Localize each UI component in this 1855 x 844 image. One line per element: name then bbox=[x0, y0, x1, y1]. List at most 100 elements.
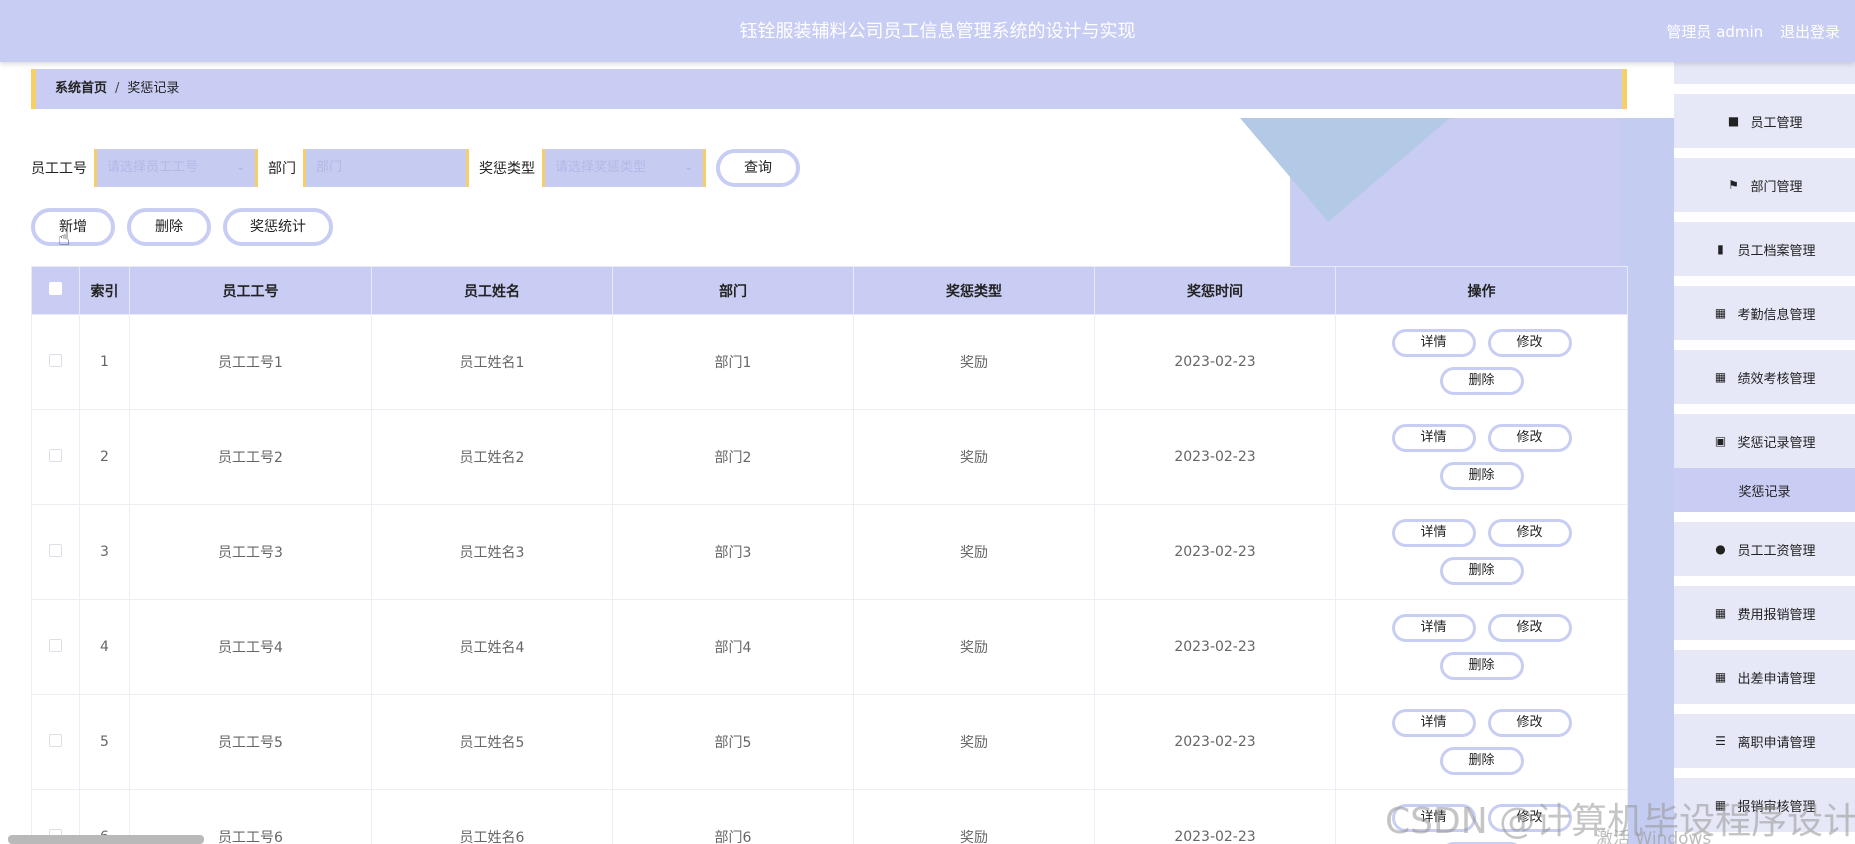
sidebar-item[interactable]: ▮ 员工档案管理 bbox=[1674, 222, 1855, 276]
row-checkbox[interactable] bbox=[49, 448, 62, 462]
column-header: 奖惩时间 bbox=[1094, 266, 1336, 315]
detail-button[interactable]: 详情 bbox=[1391, 424, 1476, 452]
date-cell: 2023-02-23 bbox=[1094, 314, 1336, 410]
type-cell: 奖励 bbox=[853, 599, 1095, 695]
table-row: 1 员工工号1 员工姓名1 部门1 奖励 2023-02-23 详情 修改 删除 bbox=[31, 314, 1628, 410]
operations-cell: 详情修改删除 bbox=[1335, 599, 1628, 695]
stats-button[interactable]: 奖惩统计 bbox=[223, 208, 333, 246]
row-checkbox[interactable] bbox=[49, 638, 62, 652]
row-checkbox[interactable] bbox=[49, 733, 62, 747]
breadcrumb: 系统首页 / 奖惩记录 bbox=[31, 69, 1627, 109]
table-row: 3 员工工号3 员工姓名3 部门3 奖励 2023-02-23 详情 修改 删除 bbox=[31, 504, 1628, 600]
flag-icon: ⚑ bbox=[1728, 178, 1739, 192]
employee-name-cell: 员工姓名2 bbox=[371, 409, 613, 505]
sidebar-item-label: 出差申请管理 bbox=[1737, 671, 1816, 687]
sidebar-item[interactable]: ▦ 出差申请管理 bbox=[1674, 650, 1855, 704]
department-cell: 部门4 bbox=[612, 599, 854, 695]
edit-button[interactable]: 修改 bbox=[1487, 709, 1572, 737]
sidebar-menu: ■ 员工管理 ⚑ 部门管理 ▮ 员工档案管理 ▦ 考勤信息管理 ▦ 绩效考核管理 ▣ 奖惩记录管理 奖惩… bbox=[1674, 62, 1855, 844]
top-header: 钰铨服装辅料公司员工信息管理系统的设计与实现 管理员 admin 退出登录 bbox=[0, 0, 1855, 62]
employee-id-label: 员工工号 bbox=[31, 161, 87, 177]
date-cell: 2023-02-23 bbox=[1094, 789, 1336, 844]
sidebar-item-label: 奖惩记录管理 bbox=[1737, 435, 1816, 451]
employee-id-cell: 员工工号5 bbox=[129, 694, 372, 790]
row-delete-button[interactable]: 删除 bbox=[1439, 367, 1524, 395]
query-button[interactable]: 查询 bbox=[716, 149, 800, 187]
row-delete-button[interactable]: 删除 bbox=[1439, 747, 1524, 775]
row-delete-button[interactable]: 删除 bbox=[1439, 652, 1524, 680]
sidebar-item[interactable]: ☰ 离职申请管理 bbox=[1674, 714, 1855, 768]
sidebar-item[interactable]: ▦ 费用报销管理 bbox=[1674, 586, 1855, 640]
table-row: 2 员工工号2 员工姓名2 部门2 奖励 2023-02-23 详情 修改 删除 bbox=[31, 409, 1628, 505]
row-checkbox[interactable] bbox=[49, 543, 62, 557]
employee-name-cell: 员工姓名6 bbox=[371, 789, 613, 844]
edit-button[interactable]: 修改 bbox=[1487, 329, 1572, 357]
column-header: 员工姓名 bbox=[371, 266, 613, 315]
edit-button[interactable]: 修改 bbox=[1487, 614, 1572, 642]
sidebar-item[interactable]: ■ 员工管理 bbox=[1674, 94, 1855, 148]
detail-button[interactable]: 详情 bbox=[1391, 329, 1476, 357]
breadcrumb-home[interactable]: 系统首页 bbox=[55, 81, 107, 96]
sidebar-item[interactable]: ● 员工工资管理 bbox=[1674, 522, 1855, 576]
employee-id-select[interactable]: 请选择员工工号 ⌄ bbox=[94, 149, 258, 187]
action-bar: 新增 删除 奖惩统计 bbox=[31, 208, 333, 246]
sidebar-item[interactable]: ▣ 奖惩记录管理 bbox=[1674, 414, 1855, 468]
sidebar-item[interactable]: ▦ 考勤信息管理 bbox=[1674, 286, 1855, 340]
department-cell: 部门6 bbox=[612, 789, 854, 844]
grid-icon: ▦ bbox=[1714, 606, 1727, 620]
logout-link[interactable]: 退出登录 bbox=[1780, 23, 1840, 41]
select-all-checkbox[interactable] bbox=[49, 282, 62, 295]
sidebar-item-label: 费用报销管理 bbox=[1737, 607, 1816, 623]
horizontal-scrollbar[interactable] bbox=[8, 835, 204, 844]
type-select[interactable]: 请选择奖惩类型 ⌄ bbox=[542, 149, 706, 187]
hand-cursor-icon: ☝ bbox=[58, 226, 71, 250]
sidebar-item-label: 绩效考核管理 bbox=[1737, 371, 1816, 387]
grid-icon: ▦ bbox=[1714, 670, 1727, 684]
row-select-cell bbox=[31, 599, 80, 695]
operations-cell: 详情修改删除 bbox=[1335, 504, 1628, 600]
department-input[interactable]: 部门 bbox=[303, 149, 469, 187]
records-table: 索引 员工工号 员工姓名 部门 奖惩类型 奖惩时间 操作 1 员工工号1 员工姓名1… bbox=[31, 266, 1628, 844]
batch-delete-button[interactable]: 删除 bbox=[127, 208, 211, 246]
employee-id-placeholder: 请选择员工工号 bbox=[107, 160, 199, 175]
operations-cell: 详情修改删除 bbox=[1335, 694, 1628, 790]
column-header: 操作 bbox=[1335, 266, 1628, 315]
employee-id-cell: 员工工号3 bbox=[129, 504, 372, 600]
index-cell: 5 bbox=[79, 694, 130, 790]
add-button[interactable]: 新增 bbox=[31, 208, 115, 246]
detail-button[interactable]: 详情 bbox=[1391, 709, 1476, 737]
sidebar-subitem-active[interactable]: 奖惩记录 bbox=[1674, 468, 1855, 512]
column-header: 部门 bbox=[612, 266, 854, 315]
index-cell: 1 bbox=[79, 314, 130, 410]
column-header: 索引 bbox=[79, 266, 130, 315]
edit-button[interactable]: 修改 bbox=[1487, 424, 1572, 452]
row-select-cell bbox=[31, 409, 80, 505]
sidebar-item[interactable]: ▦ 绩效考核管理 bbox=[1674, 350, 1855, 404]
table-row: 4 员工工号4 员工姓名4 部门4 奖励 2023-02-23 详情 修改 删除 bbox=[31, 599, 1628, 695]
type-cell: 奖励 bbox=[853, 504, 1095, 600]
index-cell: 2 bbox=[79, 409, 130, 505]
table-row: 5 员工工号5 员工姓名5 部门5 奖励 2023-02-23 详情 修改 删除 bbox=[31, 694, 1628, 790]
pin-icon: ● bbox=[1715, 542, 1726, 556]
detail-button[interactable]: 详情 bbox=[1391, 614, 1476, 642]
sidebar-item-label: 员工管理 bbox=[1750, 115, 1803, 131]
sidebar-item[interactable]: ⚑ 部门管理 bbox=[1674, 158, 1855, 212]
employee-id-cell: 员工工号2 bbox=[129, 409, 372, 505]
date-cell: 2023-02-23 bbox=[1094, 694, 1336, 790]
breadcrumb-separator: / bbox=[115, 81, 120, 96]
operations-cell: 详情修改删除 bbox=[1335, 409, 1628, 505]
index-cell: 3 bbox=[79, 504, 130, 600]
type-cell: 奖励 bbox=[853, 789, 1095, 844]
breadcrumb-current: 奖惩记录 bbox=[127, 81, 180, 96]
type-cell: 奖励 bbox=[853, 694, 1095, 790]
department-placeholder: 部门 bbox=[316, 160, 343, 175]
type-label: 奖惩类型 bbox=[479, 161, 535, 177]
edit-button[interactable]: 修改 bbox=[1487, 519, 1572, 547]
row-checkbox[interactable] bbox=[49, 353, 62, 367]
row-delete-button[interactable]: 删除 bbox=[1439, 557, 1524, 585]
sidebar-top-item[interactable] bbox=[1674, 62, 1855, 84]
sidebar-item-label: 员工档案管理 bbox=[1737, 243, 1816, 259]
type-placeholder: 请选择奖惩类型 bbox=[555, 160, 647, 175]
detail-button[interactable]: 详情 bbox=[1391, 519, 1476, 547]
row-delete-button[interactable]: 删除 bbox=[1439, 462, 1524, 490]
